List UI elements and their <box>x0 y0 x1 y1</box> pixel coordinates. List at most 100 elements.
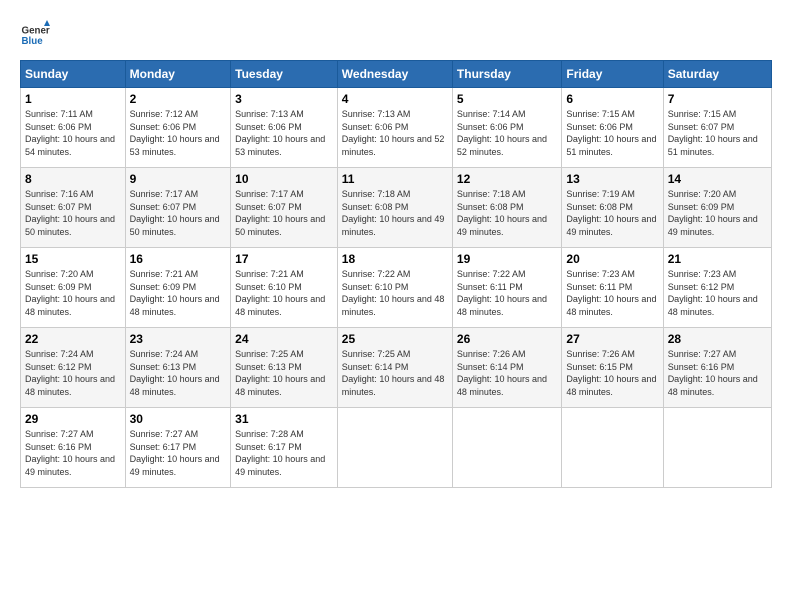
calendar-day-cell: 27 Sunrise: 7:26 AM Sunset: 6:15 PM Dayl… <box>562 328 663 408</box>
calendar-day-cell <box>663 408 771 488</box>
day-number: 8 <box>25 172 121 186</box>
day-info: Sunrise: 7:14 AM Sunset: 6:06 PM Dayligh… <box>457 108 557 158</box>
calendar-day-cell: 19 Sunrise: 7:22 AM Sunset: 6:11 PM Dayl… <box>452 248 561 328</box>
day-number: 31 <box>235 412 333 426</box>
weekday-header-cell: Tuesday <box>231 61 338 88</box>
day-info: Sunrise: 7:13 AM Sunset: 6:06 PM Dayligh… <box>342 108 448 158</box>
calendar-day-cell: 6 Sunrise: 7:15 AM Sunset: 6:06 PM Dayli… <box>562 88 663 168</box>
calendar-day-cell: 22 Sunrise: 7:24 AM Sunset: 6:12 PM Dayl… <box>21 328 126 408</box>
day-number: 9 <box>130 172 227 186</box>
day-info: Sunrise: 7:25 AM Sunset: 6:14 PM Dayligh… <box>342 348 448 398</box>
calendar-day-cell: 15 Sunrise: 7:20 AM Sunset: 6:09 PM Dayl… <box>21 248 126 328</box>
day-info: Sunrise: 7:22 AM Sunset: 6:11 PM Dayligh… <box>457 268 557 318</box>
calendar-day-cell: 5 Sunrise: 7:14 AM Sunset: 6:06 PM Dayli… <box>452 88 561 168</box>
day-number: 21 <box>668 252 767 266</box>
day-info: Sunrise: 7:19 AM Sunset: 6:08 PM Dayligh… <box>566 188 658 238</box>
day-number: 14 <box>668 172 767 186</box>
day-number: 15 <box>25 252 121 266</box>
day-number: 4 <box>342 92 448 106</box>
weekday-header-cell: Sunday <box>21 61 126 88</box>
day-number: 18 <box>342 252 448 266</box>
day-info: Sunrise: 7:12 AM Sunset: 6:06 PM Dayligh… <box>130 108 227 158</box>
calendar-day-cell: 18 Sunrise: 7:22 AM Sunset: 6:10 PM Dayl… <box>337 248 452 328</box>
day-info: Sunrise: 7:21 AM Sunset: 6:10 PM Dayligh… <box>235 268 333 318</box>
calendar-table: SundayMondayTuesdayWednesdayThursdayFrid… <box>20 60 772 488</box>
day-number: 19 <box>457 252 557 266</box>
day-info: Sunrise: 7:23 AM Sunset: 6:12 PM Dayligh… <box>668 268 767 318</box>
calendar-day-cell: 13 Sunrise: 7:19 AM Sunset: 6:08 PM Dayl… <box>562 168 663 248</box>
calendar-week-row: 15 Sunrise: 7:20 AM Sunset: 6:09 PM Dayl… <box>21 248 772 328</box>
day-info: Sunrise: 7:15 AM Sunset: 6:06 PM Dayligh… <box>566 108 658 158</box>
day-number: 24 <box>235 332 333 346</box>
calendar-day-cell: 24 Sunrise: 7:25 AM Sunset: 6:13 PM Dayl… <box>231 328 338 408</box>
calendar-day-cell: 26 Sunrise: 7:26 AM Sunset: 6:14 PM Dayl… <box>452 328 561 408</box>
day-info: Sunrise: 7:28 AM Sunset: 6:17 PM Dayligh… <box>235 428 333 478</box>
weekday-header-cell: Wednesday <box>337 61 452 88</box>
day-info: Sunrise: 7:17 AM Sunset: 6:07 PM Dayligh… <box>235 188 333 238</box>
calendar-day-cell: 7 Sunrise: 7:15 AM Sunset: 6:07 PM Dayli… <box>663 88 771 168</box>
day-info: Sunrise: 7:18 AM Sunset: 6:08 PM Dayligh… <box>457 188 557 238</box>
day-info: Sunrise: 7:27 AM Sunset: 6:16 PM Dayligh… <box>668 348 767 398</box>
calendar-day-cell: 25 Sunrise: 7:25 AM Sunset: 6:14 PM Dayl… <box>337 328 452 408</box>
day-info: Sunrise: 7:26 AM Sunset: 6:14 PM Dayligh… <box>457 348 557 398</box>
day-number: 2 <box>130 92 227 106</box>
calendar-day-cell: 2 Sunrise: 7:12 AM Sunset: 6:06 PM Dayli… <box>125 88 231 168</box>
calendar-day-cell: 17 Sunrise: 7:21 AM Sunset: 6:10 PM Dayl… <box>231 248 338 328</box>
day-number: 1 <box>25 92 121 106</box>
day-info: Sunrise: 7:24 AM Sunset: 6:13 PM Dayligh… <box>130 348 227 398</box>
day-info: Sunrise: 7:17 AM Sunset: 6:07 PM Dayligh… <box>130 188 227 238</box>
day-info: Sunrise: 7:21 AM Sunset: 6:09 PM Dayligh… <box>130 268 227 318</box>
day-number: 29 <box>25 412 121 426</box>
weekday-header-cell: Friday <box>562 61 663 88</box>
day-number: 13 <box>566 172 658 186</box>
calendar-day-cell: 10 Sunrise: 7:17 AM Sunset: 6:07 PM Dayl… <box>231 168 338 248</box>
day-info: Sunrise: 7:13 AM Sunset: 6:06 PM Dayligh… <box>235 108 333 158</box>
day-number: 25 <box>342 332 448 346</box>
calendar-day-cell: 20 Sunrise: 7:23 AM Sunset: 6:11 PM Dayl… <box>562 248 663 328</box>
calendar-day-cell: 8 Sunrise: 7:16 AM Sunset: 6:07 PM Dayli… <box>21 168 126 248</box>
calendar-day-cell <box>337 408 452 488</box>
day-info: Sunrise: 7:23 AM Sunset: 6:11 PM Dayligh… <box>566 268 658 318</box>
day-info: Sunrise: 7:27 AM Sunset: 6:16 PM Dayligh… <box>25 428 121 478</box>
day-info: Sunrise: 7:26 AM Sunset: 6:15 PM Dayligh… <box>566 348 658 398</box>
weekday-header-cell: Saturday <box>663 61 771 88</box>
day-number: 5 <box>457 92 557 106</box>
calendar-day-cell: 31 Sunrise: 7:28 AM Sunset: 6:17 PM Dayl… <box>231 408 338 488</box>
day-info: Sunrise: 7:18 AM Sunset: 6:08 PM Dayligh… <box>342 188 448 238</box>
day-number: 28 <box>668 332 767 346</box>
calendar-week-row: 8 Sunrise: 7:16 AM Sunset: 6:07 PM Dayli… <box>21 168 772 248</box>
day-number: 6 <box>566 92 658 106</box>
day-number: 12 <box>457 172 557 186</box>
svg-text:Blue: Blue <box>22 36 44 47</box>
logo-icon: General Blue <box>20 20 50 50</box>
calendar-day-cell: 12 Sunrise: 7:18 AM Sunset: 6:08 PM Dayl… <box>452 168 561 248</box>
calendar-day-cell: 9 Sunrise: 7:17 AM Sunset: 6:07 PM Dayli… <box>125 168 231 248</box>
day-number: 22 <box>25 332 121 346</box>
day-info: Sunrise: 7:22 AM Sunset: 6:10 PM Dayligh… <box>342 268 448 318</box>
day-number: 27 <box>566 332 658 346</box>
calendar-day-cell: 16 Sunrise: 7:21 AM Sunset: 6:09 PM Dayl… <box>125 248 231 328</box>
calendar-day-cell: 21 Sunrise: 7:23 AM Sunset: 6:12 PM Dayl… <box>663 248 771 328</box>
day-info: Sunrise: 7:11 AM Sunset: 6:06 PM Dayligh… <box>25 108 121 158</box>
calendar-day-cell: 1 Sunrise: 7:11 AM Sunset: 6:06 PM Dayli… <box>21 88 126 168</box>
day-info: Sunrise: 7:15 AM Sunset: 6:07 PM Dayligh… <box>668 108 767 158</box>
day-info: Sunrise: 7:20 AM Sunset: 6:09 PM Dayligh… <box>25 268 121 318</box>
calendar-day-cell: 4 Sunrise: 7:13 AM Sunset: 6:06 PM Dayli… <box>337 88 452 168</box>
calendar-day-cell <box>452 408 561 488</box>
day-info: Sunrise: 7:16 AM Sunset: 6:07 PM Dayligh… <box>25 188 121 238</box>
weekday-header-cell: Monday <box>125 61 231 88</box>
calendar-day-cell: 11 Sunrise: 7:18 AM Sunset: 6:08 PM Dayl… <box>337 168 452 248</box>
calendar-body: 1 Sunrise: 7:11 AM Sunset: 6:06 PM Dayli… <box>21 88 772 488</box>
page-header: General Blue <box>20 20 772 50</box>
day-number: 7 <box>668 92 767 106</box>
calendar-day-cell: 23 Sunrise: 7:24 AM Sunset: 6:13 PM Dayl… <box>125 328 231 408</box>
day-number: 11 <box>342 172 448 186</box>
calendar-week-row: 29 Sunrise: 7:27 AM Sunset: 6:16 PM Dayl… <box>21 408 772 488</box>
day-number: 3 <box>235 92 333 106</box>
day-number: 16 <box>130 252 227 266</box>
day-number: 10 <box>235 172 333 186</box>
calendar-day-cell: 28 Sunrise: 7:27 AM Sunset: 6:16 PM Dayl… <box>663 328 771 408</box>
calendar-day-cell: 3 Sunrise: 7:13 AM Sunset: 6:06 PM Dayli… <box>231 88 338 168</box>
day-number: 20 <box>566 252 658 266</box>
day-number: 30 <box>130 412 227 426</box>
